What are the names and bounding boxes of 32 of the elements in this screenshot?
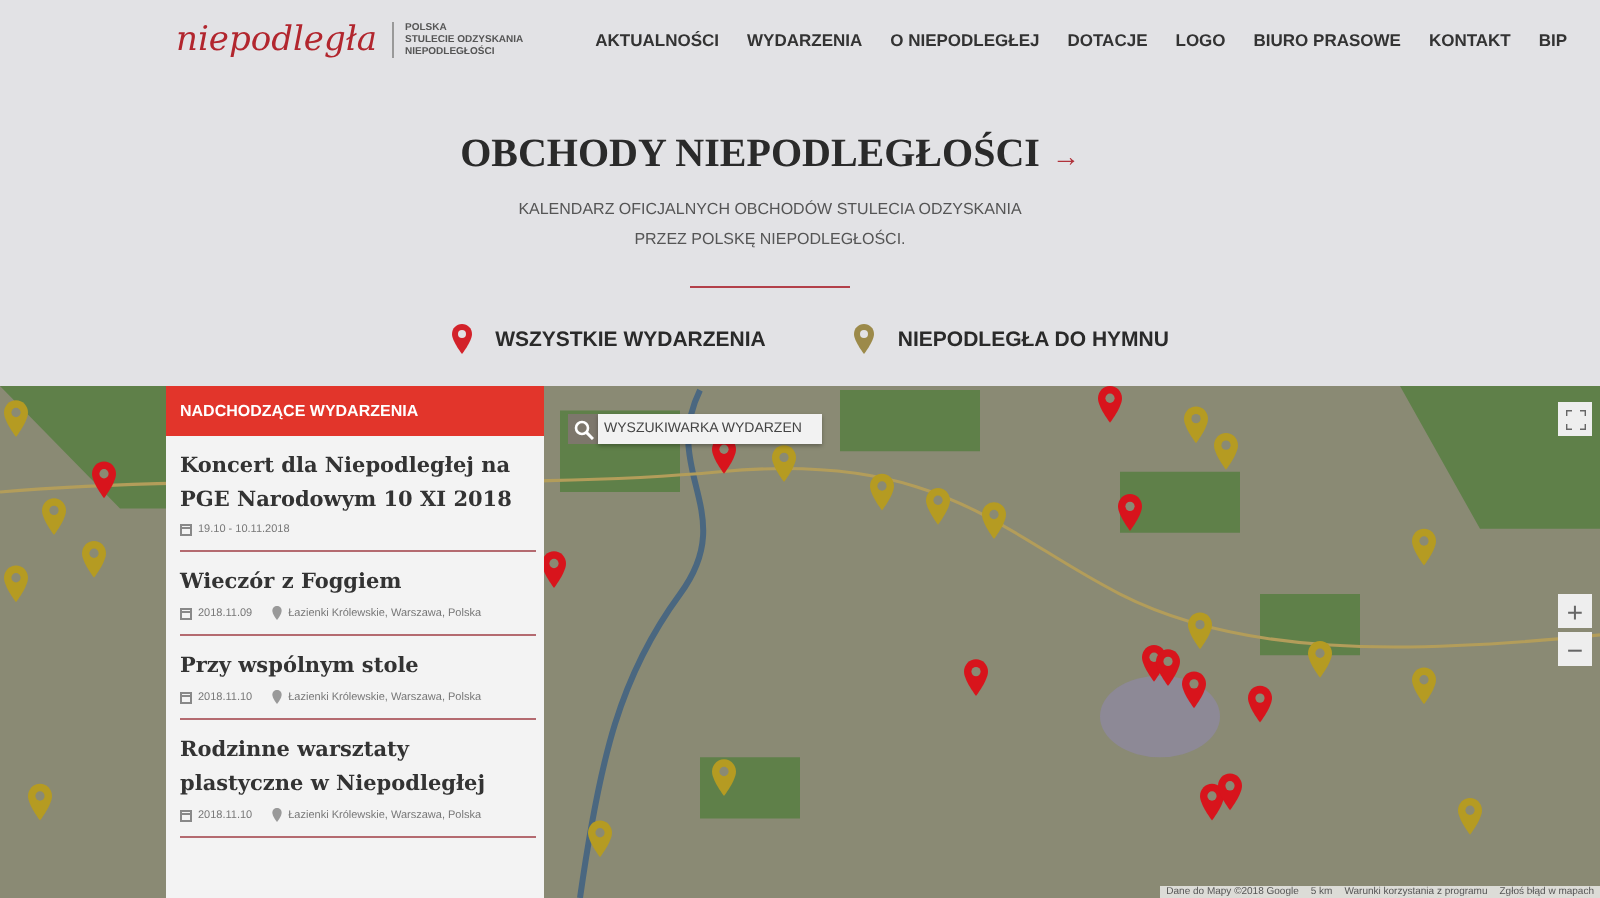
event-title[interactable]: Wieczór z Foggiem [180,566,536,600]
nav-link[interactable]: AKTUALNOŚCI [595,30,720,50]
title-arrow[interactable]: → [1051,140,1080,172]
nav-link[interactable]: KONTAKT [1428,30,1511,50]
fullscreen-icon [1565,409,1585,429]
location-pin-icon [272,690,283,704]
nav-link[interactable]: BIURO PRASOWE [1253,30,1401,50]
calendar-icon [180,691,192,703]
calendar-icon [180,607,192,619]
search-icon [573,419,593,439]
page-title: OBCHODY NIEPODLEGŁOŚCI [460,132,1040,178]
nav-link[interactable]: DOTACJE [1067,30,1148,50]
event-title[interactable]: Rodzinne warsztaty plastyczne w Niepodległej [180,734,536,802]
logo-script[interactable]: niepodległa [176,20,377,60]
nav-link[interactable]: BIP [1538,30,1568,50]
nav-link[interactable]: WYDARZENIA [747,30,863,50]
legend-filter[interactable]: WSZYSTKIE WYDARZENIA [495,327,766,351]
location-pin-icon [272,606,283,620]
page-subtitle: KALENDARZ OFICJALNYCH OBCHODÓW STULECIA ODZYSKANIA PRZEZ POLSKĘ NIEPODLEGŁOŚCI. [518,198,1022,252]
zoom-out-button[interactable]: − [1558,632,1592,666]
search-button[interactable] [568,414,598,444]
fullscreen-button[interactable] [1558,402,1592,436]
nav-link[interactable]: O NIEPODLEGŁEJ [890,30,1040,50]
location-pin-icon [272,808,283,822]
nav-link[interactable]: LOGO [1175,30,1226,50]
legend-filter[interactable]: NIEPODLEGŁA DO HYMNU [897,327,1169,351]
event-title[interactable]: Koncert dla Niepodległej na PGE Narodowym 10 XI 2018 [180,450,536,518]
calendar-icon [180,524,192,536]
panel-header: NADCHODZĄCE WYDARZENIA [166,386,544,436]
calendar-icon [180,809,192,821]
event-title[interactable]: Przy wspólnym stole [180,650,536,684]
zoom-in-button[interactable]: + [1558,594,1592,628]
